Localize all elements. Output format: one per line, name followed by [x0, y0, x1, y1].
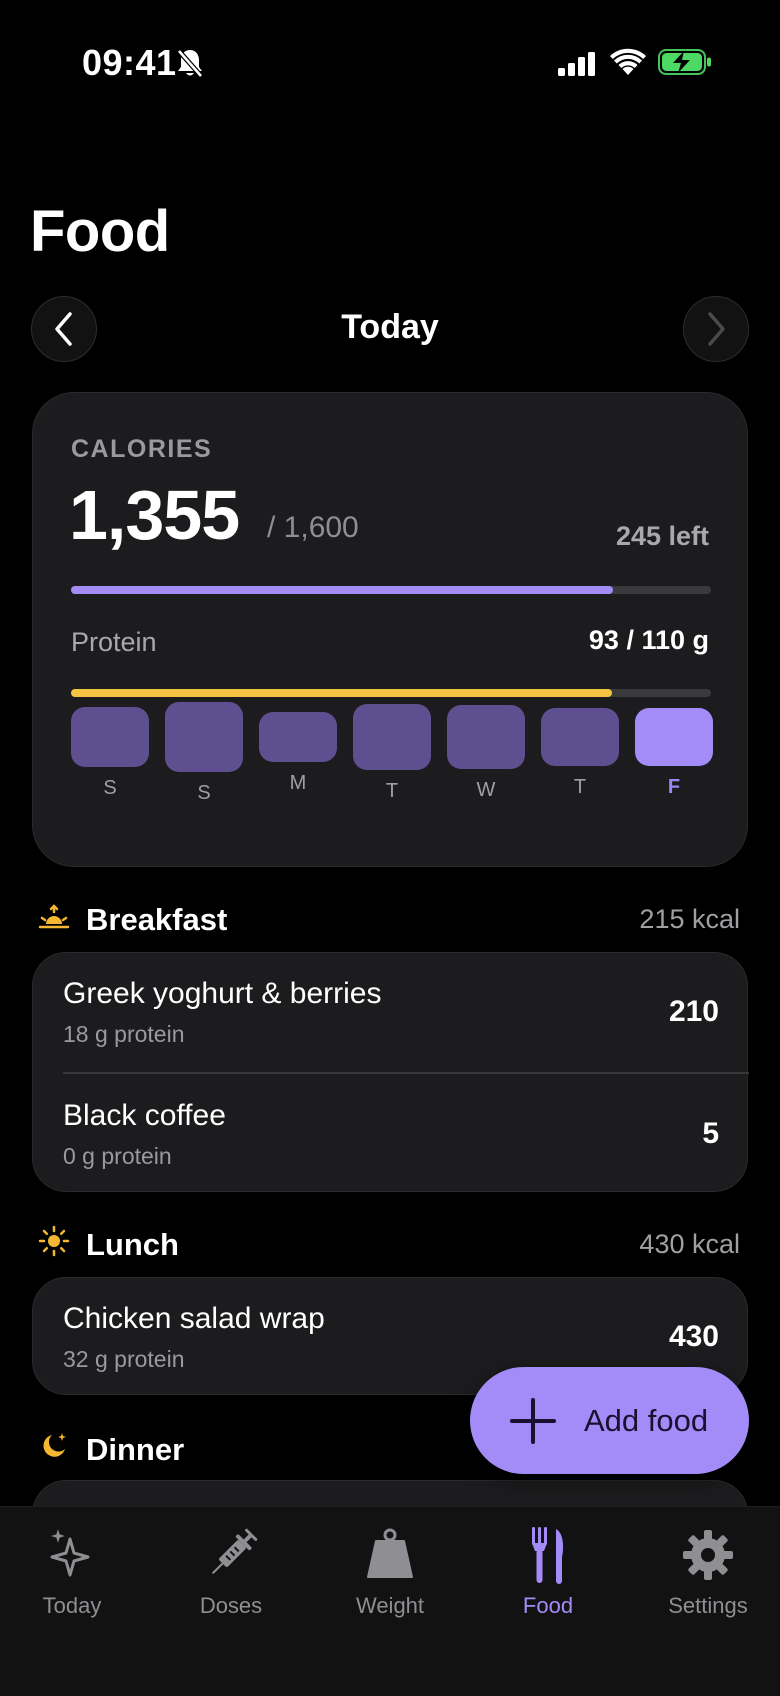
tab-weight[interactable]: Weight — [312, 1525, 468, 1635]
day-bar — [71, 707, 149, 767]
tab-settings[interactable]: Settings — [630, 1525, 780, 1635]
add-food-label: Add food — [584, 1402, 709, 1438]
day-bar — [541, 708, 619, 766]
weekly-calorie-chart: SSMTWTF — [71, 693, 713, 833]
calories-progress-fill — [71, 586, 614, 594]
status-bar: 09:41 — [0, 0, 780, 128]
sunrise-icon — [38, 904, 70, 929]
day-bar — [447, 705, 525, 769]
signal-icon — [558, 52, 595, 76]
bell-slash-icon — [177, 49, 203, 78]
calories-card: CALORIES 1,355 / 1,600 245 left Protein … — [32, 392, 748, 867]
plus-icon — [510, 1397, 556, 1444]
day-label: S — [103, 777, 117, 799]
food-protein: 32 g protein — [63, 1346, 185, 1372]
food-item[interactable]: Black coffee 0 g protein 5 — [63, 1099, 719, 1189]
scale-icon — [367, 1528, 413, 1578]
calories-remaining: 245 left — [615, 521, 709, 551]
day-label: M — [289, 772, 307, 794]
protein-label: Protein — [71, 627, 157, 657]
day-bar — [353, 704, 431, 770]
day-label: W — [476, 779, 496, 801]
day-label: T — [573, 776, 587, 798]
tab-label: Food — [522, 1593, 574, 1618]
food-name: Chicken salad wrap — [63, 1302, 325, 1335]
meal-header-breakfast: Breakfast 215 kcal — [38, 900, 740, 944]
food-protein: 0 g protein — [63, 1143, 172, 1169]
meal-title: Breakfast — [86, 902, 228, 937]
meal-header-lunch: Lunch 430 kcal — [38, 1225, 740, 1269]
day-bar — [259, 712, 337, 762]
wifi-icon — [610, 48, 646, 75]
fork-knife-icon — [532, 1527, 564, 1584]
day-label: T — [385, 780, 399, 802]
food-name: Greek yoghurt & berries — [63, 977, 382, 1010]
day-label: S — [197, 782, 211, 804]
day-label: F — [667, 776, 681, 798]
meal-card-breakfast: Greek yoghurt & berries 18 g protein 210… — [32, 952, 749, 1192]
food-name: Black coffee — [63, 1099, 226, 1132]
sparkles-icon — [50, 1529, 90, 1577]
gear-icon — [683, 1530, 733, 1580]
add-food-button[interactable]: Add food — [470, 1367, 749, 1474]
meal-title: Dinner — [86, 1432, 185, 1467]
calories-label: CALORIES — [71, 435, 213, 463]
moon-stars-icon — [43, 1433, 66, 1457]
meal-kcal: 215 kcal — [639, 904, 740, 934]
meal-kcal: 430 kcal — [639, 1229, 740, 1259]
food-kcal: 5 — [702, 1117, 719, 1150]
divider — [63, 1072, 749, 1074]
food-kcal: 210 — [668, 995, 719, 1028]
date-label: Today — [341, 308, 439, 346]
tab-label: Weight — [355, 1593, 425, 1618]
tab-food[interactable]: Food — [470, 1525, 626, 1635]
tab-doses[interactable]: Doses — [153, 1525, 309, 1635]
status-time: 09:41 — [82, 42, 177, 83]
day-bar — [635, 708, 713, 766]
food-protein: 18 g protein — [63, 1021, 185, 1047]
next-day-button[interactable] — [683, 296, 749, 362]
calories-progress-bar — [71, 586, 711, 594]
battery-charging-icon — [658, 49, 711, 75]
page-title: Food — [30, 199, 170, 264]
meal-title: Lunch — [86, 1227, 179, 1262]
food-item[interactable]: Greek yoghurt & berries 18 g protein 210 — [63, 977, 719, 1067]
day-bar — [165, 702, 243, 772]
tab-label: Settings — [668, 1593, 748, 1618]
tab-label: Doses — [199, 1593, 263, 1618]
syringe-icon — [211, 1528, 258, 1575]
tab-today[interactable]: Today — [0, 1525, 150, 1635]
protein-value: 93 / 110 g — [588, 625, 709, 655]
calories-value: 1,355 — [69, 476, 240, 554]
sun-icon — [38, 1225, 70, 1257]
food-kcal: 430 — [668, 1320, 719, 1353]
calories-goal: / 1,600 — [267, 511, 359, 544]
tab-bar: Today Doses Weight Food Settings — [0, 1506, 780, 1696]
chevron-right-icon — [708, 312, 725, 346]
tab-label: Today — [42, 1593, 102, 1618]
